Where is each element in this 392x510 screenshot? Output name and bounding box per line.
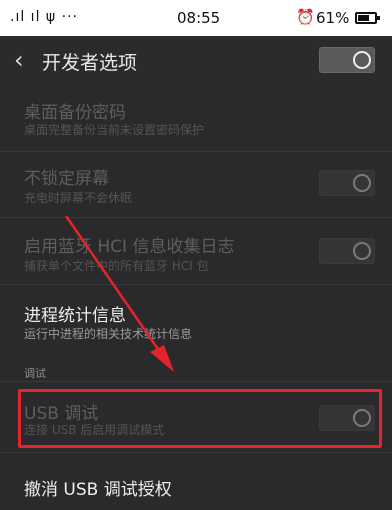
arrow-line bbox=[64, 215, 162, 353]
arrow-head bbox=[150, 345, 174, 372]
annotation-arrow-icon bbox=[64, 215, 174, 372]
